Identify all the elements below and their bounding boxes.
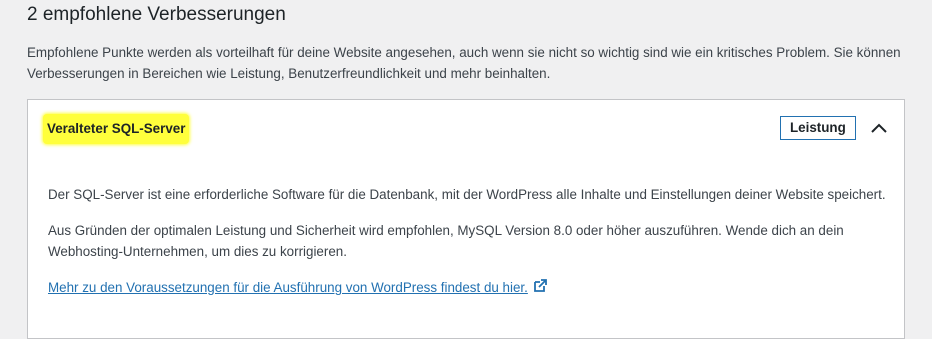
issue-paragraph: Aus Gründen der optimalen Leistung und S… — [48, 223, 844, 259]
issue-paragraph: Der SQL-Server ist eine erforderliche So… — [48, 187, 886, 202]
category-badge: Leistung — [780, 116, 856, 140]
section-title: 2 empfohlene Verbesserungen — [27, 4, 286, 25]
requirements-link[interactable]: Mehr zu den Voraussetzungen für die Ausf… — [48, 280, 528, 295]
chevron-up-icon[interactable] — [866, 116, 892, 142]
issue-title[interactable]: Veralteter SQL-Server — [43, 114, 190, 144]
issue-link-paragraph: Mehr zu den Voraussetzungen für die Ausf… — [48, 277, 888, 298]
issue-panel: Veralteter SQL-Server Leistung Der SQL-S… — [27, 99, 905, 339]
external-link-icon[interactable] — [532, 278, 548, 294]
issue-body: Der SQL-Server ist eine erforderliche So… — [48, 184, 888, 313]
issue-header[interactable]: Veralteter SQL-Server Leistung — [28, 100, 904, 158]
section-description: Empfohlene Punkte werden als vorteilhaft… — [27, 45, 901, 81]
